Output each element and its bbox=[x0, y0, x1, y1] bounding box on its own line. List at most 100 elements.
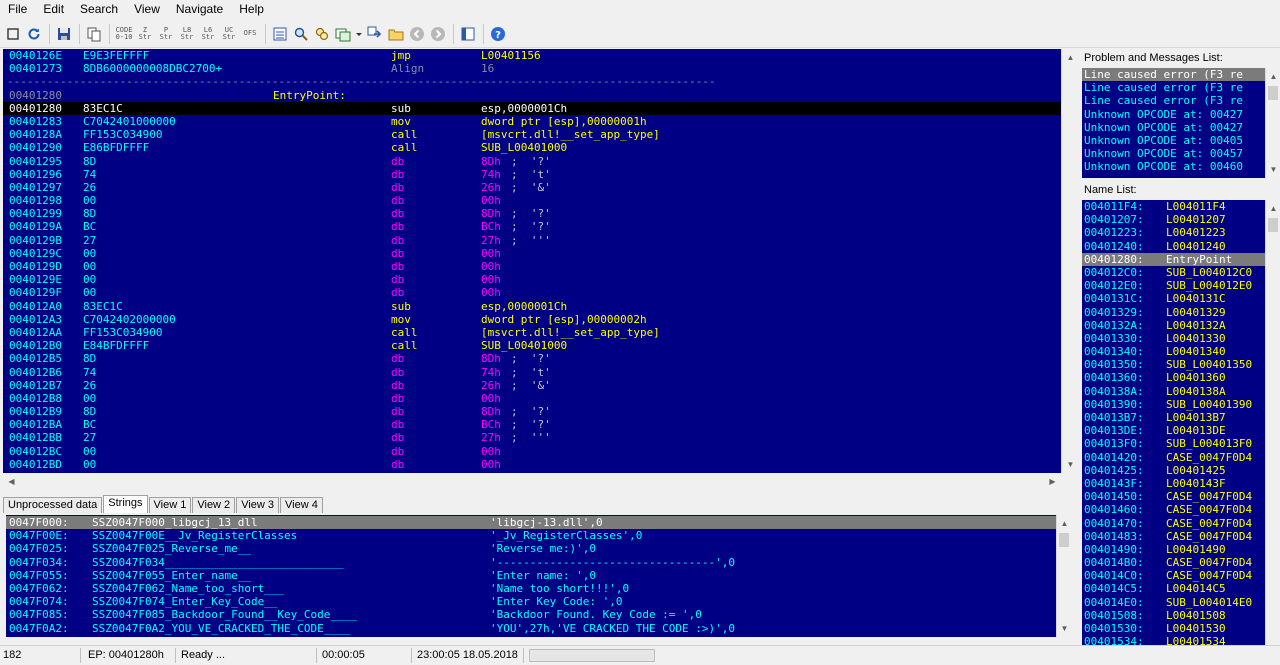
scroll-down-icon[interactable]: ▼ bbox=[1265, 161, 1280, 178]
name-row[interactable]: 00401508: L00401508 bbox=[1082, 609, 1265, 622]
problem-row[interactable]: Unknown OPCODE at: 00405 bbox=[1082, 134, 1265, 147]
problem-row[interactable]: Unknown OPCODE at: 00427 bbox=[1082, 108, 1265, 121]
disasm-row[interactable]: 00401283 C7042401000000 mov dword ptr [esp]… bbox=[3, 115, 1061, 128]
name-row[interactable]: 004014C5: L004014C5 bbox=[1082, 582, 1265, 595]
menu-search[interactable]: Search bbox=[72, 1, 126, 18]
menu-help[interactable]: Help bbox=[231, 1, 272, 18]
disasm-row[interactable]: 004012B8 00 db 00h bbox=[3, 392, 1061, 405]
disasm-row[interactable]: 0040129F 00 db 00h bbox=[3, 286, 1061, 299]
scroll-thumb[interactable] bbox=[1059, 533, 1069, 547]
tab-view-1[interactable]: View 1 bbox=[148, 497, 192, 513]
name-row[interactable]: 004013B7: L004013B7 bbox=[1082, 411, 1265, 424]
zstr-button[interactable]: Z Str bbox=[135, 24, 155, 44]
disasm-row[interactable]: 004012B9 8D db 8Dh ; '?' bbox=[3, 405, 1061, 418]
name-row[interactable]: 00401390: SUB_L00401390 bbox=[1082, 398, 1265, 411]
name-row[interactable]: 0040131C: L0040131C bbox=[1082, 292, 1265, 305]
name-row[interactable]: 00401470: CASE_0047F0D4 bbox=[1082, 517, 1265, 530]
string-row[interactable]: 0047F062: SSZ0047F062_Name_too_short___ 'N… bbox=[6, 582, 1056, 595]
scroll-down-icon[interactable]: ▼ bbox=[1056, 620, 1073, 637]
scroll-up-icon[interactable]: ▲ bbox=[1056, 515, 1073, 532]
l8str-button[interactable]: L8 Str bbox=[177, 24, 197, 44]
code-view-button[interactable]: CODE 0-10 bbox=[114, 24, 134, 44]
name-row[interactable]: 004014E0: SUB_L004014E0 bbox=[1082, 596, 1265, 609]
disasm-row[interactable]: 004012A0 83EC1C sub esp,0000001Ch bbox=[3, 300, 1061, 313]
chevron-down-icon[interactable] bbox=[354, 24, 364, 44]
disasm-row[interactable]: 00401290 E86BFDFFFF call SUB_L00401000 bbox=[3, 141, 1061, 154]
tab-view-2[interactable]: View 2 bbox=[192, 497, 236, 513]
disasm-row[interactable]: 0040129C 00 db 00h bbox=[3, 247, 1061, 260]
search-icon[interactable] bbox=[291, 24, 311, 44]
name-row[interactable]: 004011F4: L004011F4 bbox=[1082, 200, 1265, 213]
name-row[interactable]: 00401223: L00401223 bbox=[1082, 226, 1265, 239]
name-row[interactable]: 0040132A: L0040132A bbox=[1082, 319, 1265, 332]
problem-row[interactable]: Unknown OPCODE at: 00457 bbox=[1082, 147, 1265, 160]
forward-icon[interactable] bbox=[428, 24, 448, 44]
disasm-row[interactable]: 0040129E 00 db 00h bbox=[3, 273, 1061, 286]
disasm-row[interactable]: 00401297 26 db 26h ; '&' bbox=[3, 181, 1061, 194]
disasm-row[interactable]: ----------------------------------------… bbox=[3, 75, 1061, 88]
tab-view-4[interactable]: View 4 bbox=[280, 497, 323, 513]
help-icon[interactable]: ? bbox=[488, 24, 508, 44]
disasm-row[interactable]: 004012B6 74 db 74h ; 't' bbox=[3, 366, 1061, 379]
scroll-thumb[interactable] bbox=[1268, 218, 1278, 232]
menu-navigate[interactable]: Navigate bbox=[168, 1, 231, 18]
disasm-row[interactable]: 0040129B 27 db 27h ; ''' bbox=[3, 234, 1061, 247]
copy-icon[interactable] bbox=[84, 24, 104, 44]
string-row[interactable]: 0047F00E: SSZ0047F00E__Jv_RegisterClasses… bbox=[6, 529, 1056, 542]
problem-messages-list[interactable]: Line caused error (F3 re Line caused erro… bbox=[1082, 68, 1265, 178]
string-row[interactable]: 0047F0A2: SSZ0047F0A2_YOU_VE_CRACKED_THE_… bbox=[6, 622, 1056, 635]
disasm-row[interactable]: 00401299 8D db 8Dh ; '?' bbox=[3, 207, 1061, 220]
back-icon[interactable] bbox=[407, 24, 427, 44]
problem-row[interactable]: Unknown OPCODE at: 00427 bbox=[1082, 121, 1265, 134]
name-row[interactable]: 00401483: CASE_0047F0D4 bbox=[1082, 530, 1265, 543]
search-next-icon[interactable] bbox=[312, 24, 332, 44]
problem-row[interactable]: Unknown OPCODE at: 00460 bbox=[1082, 160, 1265, 173]
goto-icon[interactable] bbox=[365, 24, 385, 44]
scroll-up-icon[interactable]: ▲ bbox=[1265, 68, 1280, 85]
name-list[interactable]: 004011F4: L004011F4 00401207: L00401207 0040… bbox=[1082, 200, 1265, 645]
name-row[interactable]: 00401207: L00401207 bbox=[1082, 213, 1265, 226]
name-row[interactable]: 00401240: L00401240 bbox=[1082, 240, 1265, 253]
list-icon[interactable] bbox=[270, 24, 290, 44]
name-row[interactable]: 00401425: L00401425 bbox=[1082, 464, 1265, 477]
disasm-row[interactable]: 00401296 74 db 74h ; 't' bbox=[3, 168, 1061, 181]
scroll-thumb[interactable] bbox=[1268, 86, 1278, 100]
strings-panel[interactable]: 0047F000: SSZ0047F000_libgcj_13_dll 'libgc… bbox=[6, 515, 1056, 637]
problem-row[interactable]: Line caused error (F3 re bbox=[1082, 94, 1265, 107]
save-icon[interactable] bbox=[54, 24, 74, 44]
disasm-row[interactable]: 004012BC 00 db 00h bbox=[3, 445, 1061, 458]
disasm-row[interactable]: 004012B0 E84BFDFFFF call SUB_L00401000 bbox=[3, 339, 1061, 352]
tab-unprocessed-data[interactable]: Unprocessed data bbox=[3, 497, 103, 513]
name-row[interactable]: 00401340: L00401340 bbox=[1082, 345, 1265, 358]
name-row[interactable]: 0040138A: L0040138A bbox=[1082, 385, 1265, 398]
folder-icon[interactable] bbox=[386, 24, 406, 44]
scroll-down-icon[interactable]: ▼ bbox=[1062, 456, 1079, 473]
disasm-row[interactable]: 00401280 EntryPoint: bbox=[3, 89, 1061, 102]
disasm-row[interactable]: 0040128A FF153C034900 call [msvcrt.dll!__se… bbox=[3, 128, 1061, 141]
disasm-row[interactable]: 004012BA BC db BCh ; '?' bbox=[3, 418, 1061, 431]
disasm-row[interactable]: 00401280 83EC1C sub esp,0000001Ch bbox=[3, 101, 1061, 115]
tab-strings[interactable]: Strings bbox=[103, 495, 148, 513]
disasm-row[interactable]: 004012AA FF153C034900 call [msvcrt.dll!__se… bbox=[3, 326, 1061, 339]
scroll-up-icon[interactable]: ▲ bbox=[1062, 49, 1079, 66]
disasm-row[interactable]: 00401295 8D db 8Dh ; '?' bbox=[3, 155, 1061, 168]
name-row[interactable]: 004014B0: CASE_0047F0D4 bbox=[1082, 556, 1265, 569]
l6str-button[interactable]: L6 Str bbox=[198, 24, 218, 44]
name-row[interactable]: 00401420: CASE_0047F0D4 bbox=[1082, 451, 1265, 464]
menu-edit[interactable]: Edit bbox=[35, 1, 72, 18]
window-icon[interactable] bbox=[333, 24, 353, 44]
disasm-row[interactable]: 0040126E E9E3FEFFFF jmp L00401156 bbox=[3, 49, 1061, 62]
panel-icon[interactable] bbox=[458, 24, 478, 44]
menu-file[interactable]: File bbox=[0, 1, 35, 18]
disasm-row[interactable]: 00401273 8DB6000000008DBC2700+ Align 16 bbox=[3, 62, 1061, 75]
pstr-button[interactable]: P Str bbox=[156, 24, 176, 44]
problems-vertical-scrollbar[interactable]: ▲ ▼ bbox=[1265, 68, 1280, 178]
string-row[interactable]: 0047F085: SSZ0047F085_Backdoor_Found__Key… bbox=[6, 608, 1056, 621]
disasm-row[interactable]: 00401298 00 db 00h bbox=[3, 194, 1061, 207]
name-row[interactable]: 00401534: L00401534 bbox=[1082, 635, 1265, 645]
name-row[interactable]: 00401460: CASE_0047F0D4 bbox=[1082, 503, 1265, 516]
menu-view[interactable]: View bbox=[126, 1, 168, 18]
strings-vertical-scrollbar[interactable]: ▲ ▼ bbox=[1056, 515, 1071, 637]
string-row[interactable]: 0047F025: SSZ0047F025_Reverse_me__ 'Revers… bbox=[6, 542, 1056, 555]
disasm-row[interactable]: 0040129A BC db BCh ; '?' bbox=[3, 220, 1061, 233]
